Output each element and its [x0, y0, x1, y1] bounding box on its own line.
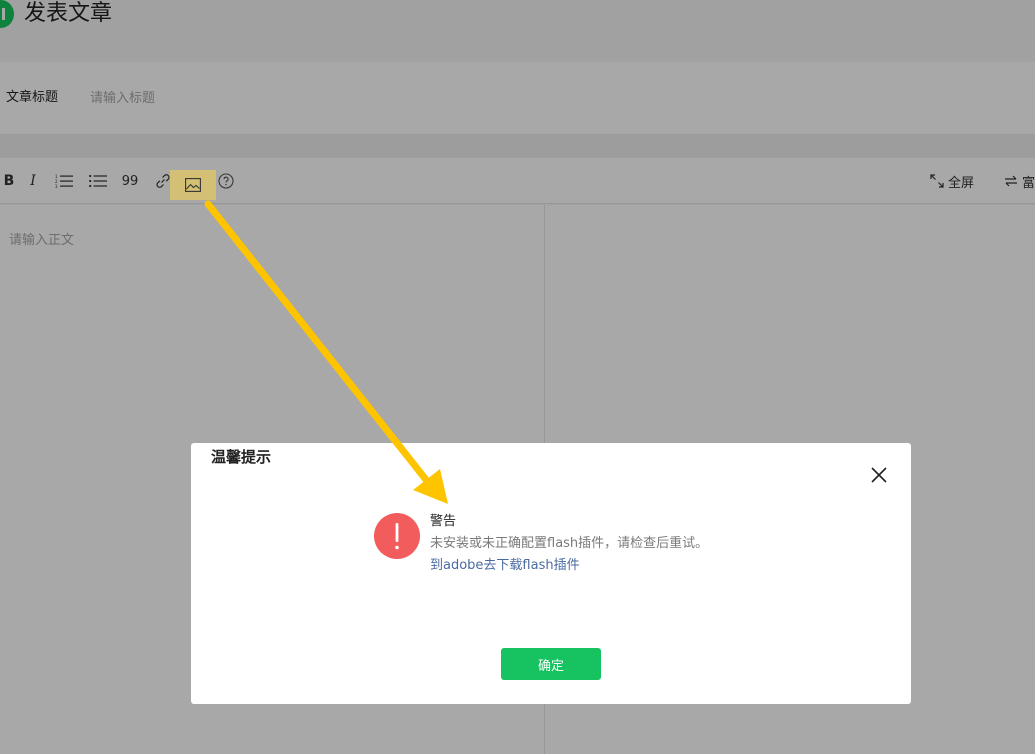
- confirm-button[interactable]: 确定: [501, 648, 601, 680]
- warning-dialog: 温馨提示 警告 未安装或未正确配置flash插件，请检查后重试。 到adobe去…: [191, 443, 911, 704]
- alert-title: 警告: [430, 514, 457, 529]
- download-flash-link[interactable]: 到adobe去下载flash插件: [430, 557, 580, 575]
- alert-message: 未安装或未正确配置flash插件，请检查后重试。: [430, 536, 709, 551]
- warning-icon: [374, 513, 420, 559]
- image-icon: [185, 178, 201, 192]
- close-button[interactable]: [869, 465, 889, 485]
- close-icon: [871, 467, 887, 483]
- image-button-highlight: [170, 170, 216, 200]
- dialog-title: 温馨提示: [211, 448, 272, 466]
